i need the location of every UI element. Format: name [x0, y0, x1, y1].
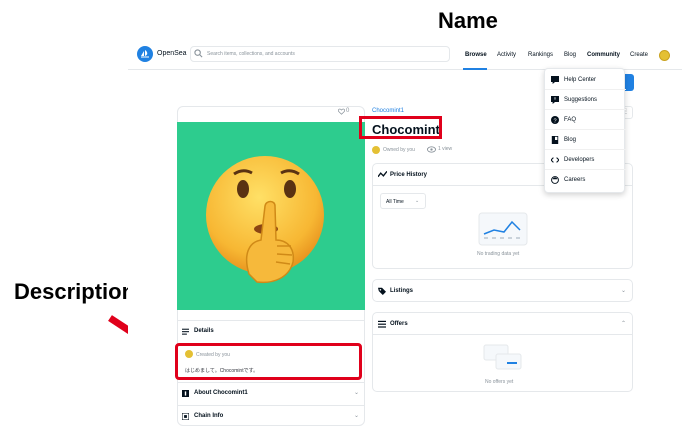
- menu-label: Help Center: [564, 77, 597, 83]
- code-icon: [551, 157, 559, 163]
- tag-icon: [378, 287, 386, 295]
- chevron-down-icon: ⌄: [353, 390, 359, 396]
- feedback-icon: [551, 96, 559, 104]
- nft-image[interactable]: [177, 122, 365, 310]
- menu-label: Careers: [564, 177, 586, 183]
- nav-activity[interactable]: Activity: [497, 52, 516, 58]
- menu-label: Developers: [564, 157, 595, 163]
- time-filter-select[interactable]: All Time ⌄: [380, 193, 426, 209]
- menu-item-developers[interactable]: Developers: [545, 150, 626, 170]
- description-annotation: Description: [14, 279, 136, 304]
- about-label: About Chocomint1: [194, 390, 248, 396]
- menu-label: FAQ: [564, 117, 577, 123]
- menu-item-careers[interactable]: Careers: [545, 170, 626, 190]
- chain-panel-header[interactable]: Chain Info ⌄: [177, 405, 365, 426]
- chevron-up-icon: ⌃: [620, 321, 626, 327]
- name-annotation: Name: [438, 8, 498, 33]
- time-filter-value: All Time: [386, 199, 404, 205]
- account-avatar[interactable]: [659, 50, 670, 61]
- browse-active-indicator: [463, 68, 487, 70]
- nav-rankings[interactable]: Rankings: [528, 52, 553, 58]
- opensea-logo-icon[interactable]: [137, 46, 153, 62]
- chart-icon: [378, 171, 387, 178]
- nav-blog[interactable]: Blog: [564, 52, 576, 58]
- offers-label: Offers: [390, 321, 408, 327]
- collection-link[interactable]: Chocomint1: [372, 108, 404, 114]
- menu-item-suggestions[interactable]: Suggestions: [545, 90, 626, 110]
- menu-item-help-center[interactable]: Help Center: [545, 70, 626, 90]
- price-history-label: Price History: [390, 172, 428, 178]
- menu-label: Blog: [564, 137, 577, 143]
- page: Name Description OpenSea Search items, c…: [0, 0, 682, 439]
- details-panel-header[interactable]: Details: [177, 320, 365, 341]
- owner-avatar: [372, 146, 380, 154]
- no-trading-message: No trading data yet: [477, 251, 520, 257]
- nav-community[interactable]: Community: [587, 52, 620, 58]
- description-highlight: [175, 343, 362, 380]
- info-icon: [182, 390, 189, 397]
- book-icon: [551, 136, 559, 144]
- nav-create[interactable]: Create: [630, 52, 648, 58]
- menu-item-blog[interactable]: Blog: [545, 130, 626, 150]
- chevron-down-icon: ⌄: [415, 198, 420, 204]
- eye-icon: [427, 146, 436, 153]
- no-offers-message: No offers yet: [485, 379, 514, 385]
- chain-label: Chain Info: [194, 413, 224, 419]
- nav-browse[interactable]: Browse: [465, 52, 487, 58]
- view-count: 1 view: [438, 146, 453, 152]
- svg-text:?: ?: [553, 118, 556, 124]
- empty-offers-icon: [483, 344, 522, 370]
- search-placeholder: Search items, collections, and accounts: [207, 51, 295, 57]
- empty-chart-icon: [478, 212, 528, 246]
- favorite-count: 0: [346, 108, 350, 114]
- details-label: Details: [194, 328, 214, 334]
- chevron-down-icon: ⌄: [353, 413, 359, 419]
- careers-icon: [551, 176, 559, 184]
- menu-label: Suggestions: [564, 97, 598, 103]
- chain-icon: [182, 413, 189, 420]
- list-icon: [378, 320, 386, 328]
- search-icon: [194, 49, 203, 58]
- heart-icon[interactable]: [338, 108, 345, 115]
- owned-by[interactable]: Owned by you: [383, 147, 415, 153]
- help-icon: ?: [551, 116, 559, 124]
- name-highlight: [359, 116, 442, 139]
- about-panel-header[interactable]: About Chocomint1 ⌄: [177, 382, 365, 403]
- listings-panel[interactable]: Listings ⌄: [372, 279, 633, 302]
- menu-item-faq[interactable]: ? FAQ: [545, 110, 626, 130]
- chevron-down-icon: ⌄: [620, 288, 626, 294]
- listings-label: Listings: [390, 288, 414, 294]
- chat-icon: [551, 76, 559, 84]
- offers-header[interactable]: Offers ⌃: [373, 313, 632, 335]
- shushing-face-icon: [206, 156, 324, 284]
- community-dropdown: Help Center Suggestions ? FAQ Blog Devel…: [544, 68, 626, 193]
- list-icon: [182, 328, 189, 335]
- listings-header[interactable]: Listings ⌄: [373, 280, 632, 302]
- brand-name[interactable]: OpenSea: [157, 50, 187, 57]
